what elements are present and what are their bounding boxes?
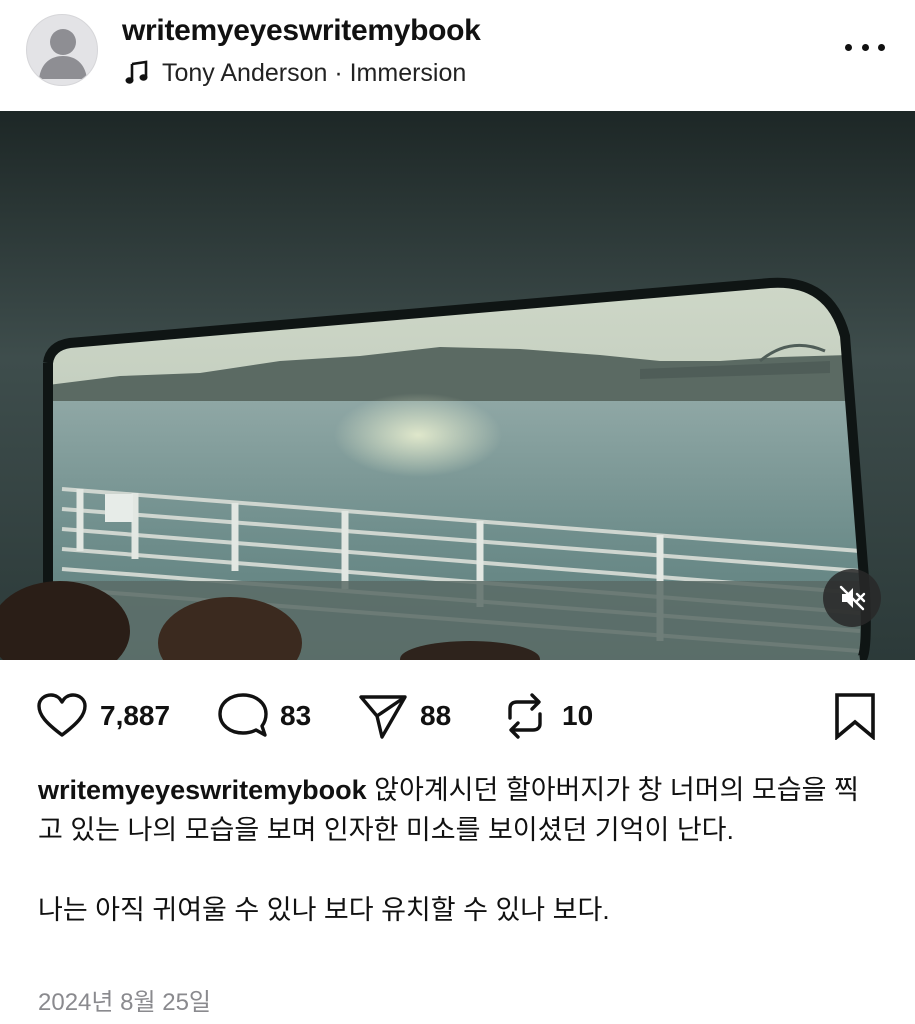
avatar[interactable] <box>26 14 98 86</box>
action-bar: 7,887 83 88 10 <box>0 680 915 752</box>
caption-paragraph: writemyeyeswritemybook 앉아계시던 할아버지가 창 너머의… <box>38 770 883 850</box>
video-frame-image <box>0 111 915 660</box>
send-icon <box>359 695 407 739</box>
audio-attribution[interactable]: Tony Anderson · Immersion <box>124 58 466 88</box>
comment-button[interactable]: 83 <box>218 692 311 740</box>
audio-title: Tony Anderson · Immersion <box>162 58 467 87</box>
heart-icon <box>37 693 87 737</box>
repost-button[interactable]: 10 <box>500 692 593 740</box>
post-video[interactable] <box>0 111 915 660</box>
comment-icon <box>218 693 268 737</box>
like-count: 7,887 <box>100 700 171 731</box>
repost-count: 10 <box>562 700 594 731</box>
post-header: writemyeyeswritemybook Tony Anderson · I… <box>0 0 915 110</box>
music-note-icon <box>125 60 148 84</box>
like-button[interactable]: 7,887 <box>36 692 170 740</box>
share-count: 88 <box>420 700 452 731</box>
default-avatar-icon <box>39 29 87 79</box>
share-button[interactable]: 88 <box>358 692 451 740</box>
post-date: 2024년 8월 25일 <box>38 989 212 1016</box>
post-username[interactable]: writemyeyeswritemybook <box>122 14 481 48</box>
more-horizontal-icon <box>845 43 852 51</box>
comment-count: 83 <box>280 700 312 731</box>
more-dot <box>861 43 869 51</box>
repost-icon <box>508 693 542 739</box>
bookmark-icon <box>835 693 875 741</box>
more-options-button[interactable] <box>845 40 885 54</box>
post-caption: writemyeyeswritemybook 앉아계시던 할아버지가 창 너머의… <box>38 770 883 930</box>
more-dot <box>878 43 885 51</box>
caption-username[interactable]: writemyeyeswritemybook <box>38 775 367 805</box>
bookmark-button[interactable] <box>833 692 877 741</box>
speaker-muted-icon <box>839 585 866 611</box>
mute-toggle-button[interactable] <box>823 569 881 627</box>
caption-text-second: 나는 아직 귀여울 수 있나 보다 유치할 수 있나 보다. <box>38 895 610 925</box>
